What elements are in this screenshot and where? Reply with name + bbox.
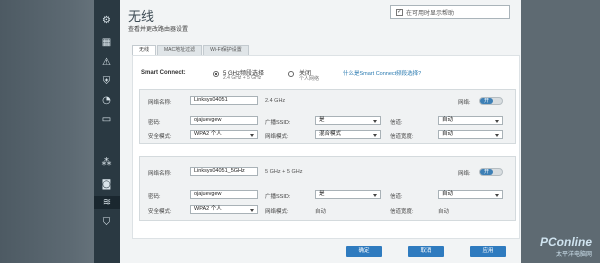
page-title: 无线	[128, 9, 155, 24]
network-icon[interactable]: ⁂	[100, 156, 113, 169]
broadcast-ssid-select[interactable]: 是	[315, 190, 381, 199]
smart-connect-on-sub: 2.4 GHz + 5 GHz	[223, 75, 262, 81]
apply-button[interactable]: 应用	[470, 246, 506, 257]
tab-mac-filter[interactable]: MAC地址过滤	[157, 45, 203, 55]
password-input[interactable]: ojajuevgew	[190, 190, 258, 199]
security-label: 安全模式:	[148, 134, 172, 140]
network-toggle[interactable]: 开	[479, 97, 503, 105]
network-label: 网络:	[458, 100, 471, 106]
ssid-input[interactable]: Linksys04051_5GHz	[190, 167, 258, 176]
security-select[interactable]: WPA2 个人	[190, 205, 258, 214]
channel-select[interactable]: 自动	[438, 116, 503, 125]
watermark: PConline 太平洋电脑网	[540, 235, 592, 258]
password-label: 密码:	[148, 120, 161, 126]
network-mode-label: 网络模式:	[265, 134, 289, 140]
tab-wps[interactable]: Wi-Fi保护设置	[203, 45, 249, 55]
clock-icon[interactable]: ◔	[100, 94, 113, 107]
shield-icon[interactable]: ⛨	[100, 75, 113, 88]
ssid-label: 网络名称:	[148, 100, 172, 106]
watermark-logo: PConline	[539, 235, 592, 249]
ok-button[interactable]: 确定	[346, 246, 382, 257]
warning-icon[interactable]: ⚠	[100, 56, 113, 69]
broadcast-ssid-label: 广播SSID:	[265, 120, 291, 126]
toggle-knob: 开	[480, 98, 493, 104]
channel-width-label: 信道宽度:	[390, 134, 414, 140]
cancel-button[interactable]: 取消	[408, 246, 444, 257]
ssid-input[interactable]: Linksys04051	[190, 96, 258, 105]
password-input[interactable]: ojajuevgew	[190, 116, 258, 125]
band-label: 2.4 GHz	[265, 98, 286, 104]
help-toggle[interactable]: ✓ 在可用时显示帮助	[390, 5, 510, 19]
band-24ghz-section: 网络名称: Linksys04051 2.4 GHz 网络: 开 密码: oja…	[139, 89, 516, 144]
network-mode-label: 网络模式:	[265, 209, 289, 215]
wireless-icon[interactable]: ≋	[94, 196, 124, 209]
smart-connect-help-link[interactable]: 什么是Smart Connect频段选择?	[343, 69, 421, 77]
wrench-icon[interactable]: ⚙	[100, 14, 113, 27]
password-label: 密码:	[148, 194, 161, 200]
camera-icon[interactable]: ◙	[100, 178, 113, 191]
tab-bar: 无线 MAC地址过滤 Wi-Fi保护设置	[132, 45, 250, 55]
page-subtitle: 查看并更改路由器设置	[128, 27, 189, 33]
channel-label: 信道:	[390, 120, 403, 126]
channel-select[interactable]: 自动	[438, 190, 503, 199]
channel-label: 信道:	[390, 194, 403, 200]
smart-connect-off-radio[interactable]	[288, 71, 294, 77]
network-label: 网络:	[458, 171, 471, 177]
channel-width-select[interactable]: 自动	[438, 130, 503, 139]
main-content: 无线 查看并更改路由器设置 ✓ 在可用时显示帮助 无线 MAC地址过滤 Wi-F…	[120, 0, 521, 263]
smart-connect-on-radio[interactable]	[213, 71, 219, 77]
security-icon[interactable]: ⛉	[100, 216, 113, 229]
ssid-label: 网络名称:	[148, 171, 172, 177]
toggle-knob: 开	[480, 169, 493, 175]
monitor-icon[interactable]: ▭	[100, 113, 113, 126]
help-label: 在可用时显示帮助	[406, 10, 455, 17]
security-label: 安全模式:	[148, 209, 172, 215]
network-mode-value: 自动	[315, 209, 327, 215]
channel-width-value: 自动	[438, 209, 450, 215]
network-mode-select[interactable]: 混合模式	[315, 130, 381, 139]
broadcast-ssid-select[interactable]: 是	[315, 116, 381, 125]
network-toggle[interactable]: 开	[479, 168, 503, 176]
smart-connect-label: Smart Connect:	[141, 70, 186, 76]
band-label: 5 GHz + 5 GHz	[265, 169, 303, 175]
broadcast-ssid-label: 广播SSID:	[265, 194, 291, 200]
right-background: PConline 太平洋电脑网	[521, 0, 600, 263]
tab-wireless[interactable]: 无线	[132, 45, 157, 55]
channel-width-label: 信道宽度:	[390, 209, 414, 215]
smart-connect-off-sub: 个人网络	[299, 76, 320, 82]
security-select[interactable]: WPA2 个人	[190, 130, 258, 139]
watermark-caption: 太平洋电脑网	[555, 252, 592, 258]
band-5ghz-section: 网络名称: Linksys04051_5GHz 5 GHz + 5 GHz 网络…	[139, 156, 516, 221]
nav-rail: ⚙ ▦ ⚠ ⛨ ◔ ▭ ⁂ ◙ ≋ ⛉	[94, 0, 124, 263]
devices-icon[interactable]: ▦	[100, 36, 113, 49]
wireless-panel: Smart Connect: 5 GHz频段选择 2.4 GHz + 5 GHz…	[132, 55, 520, 239]
check-icon[interactable]: ✓	[396, 8, 403, 16]
